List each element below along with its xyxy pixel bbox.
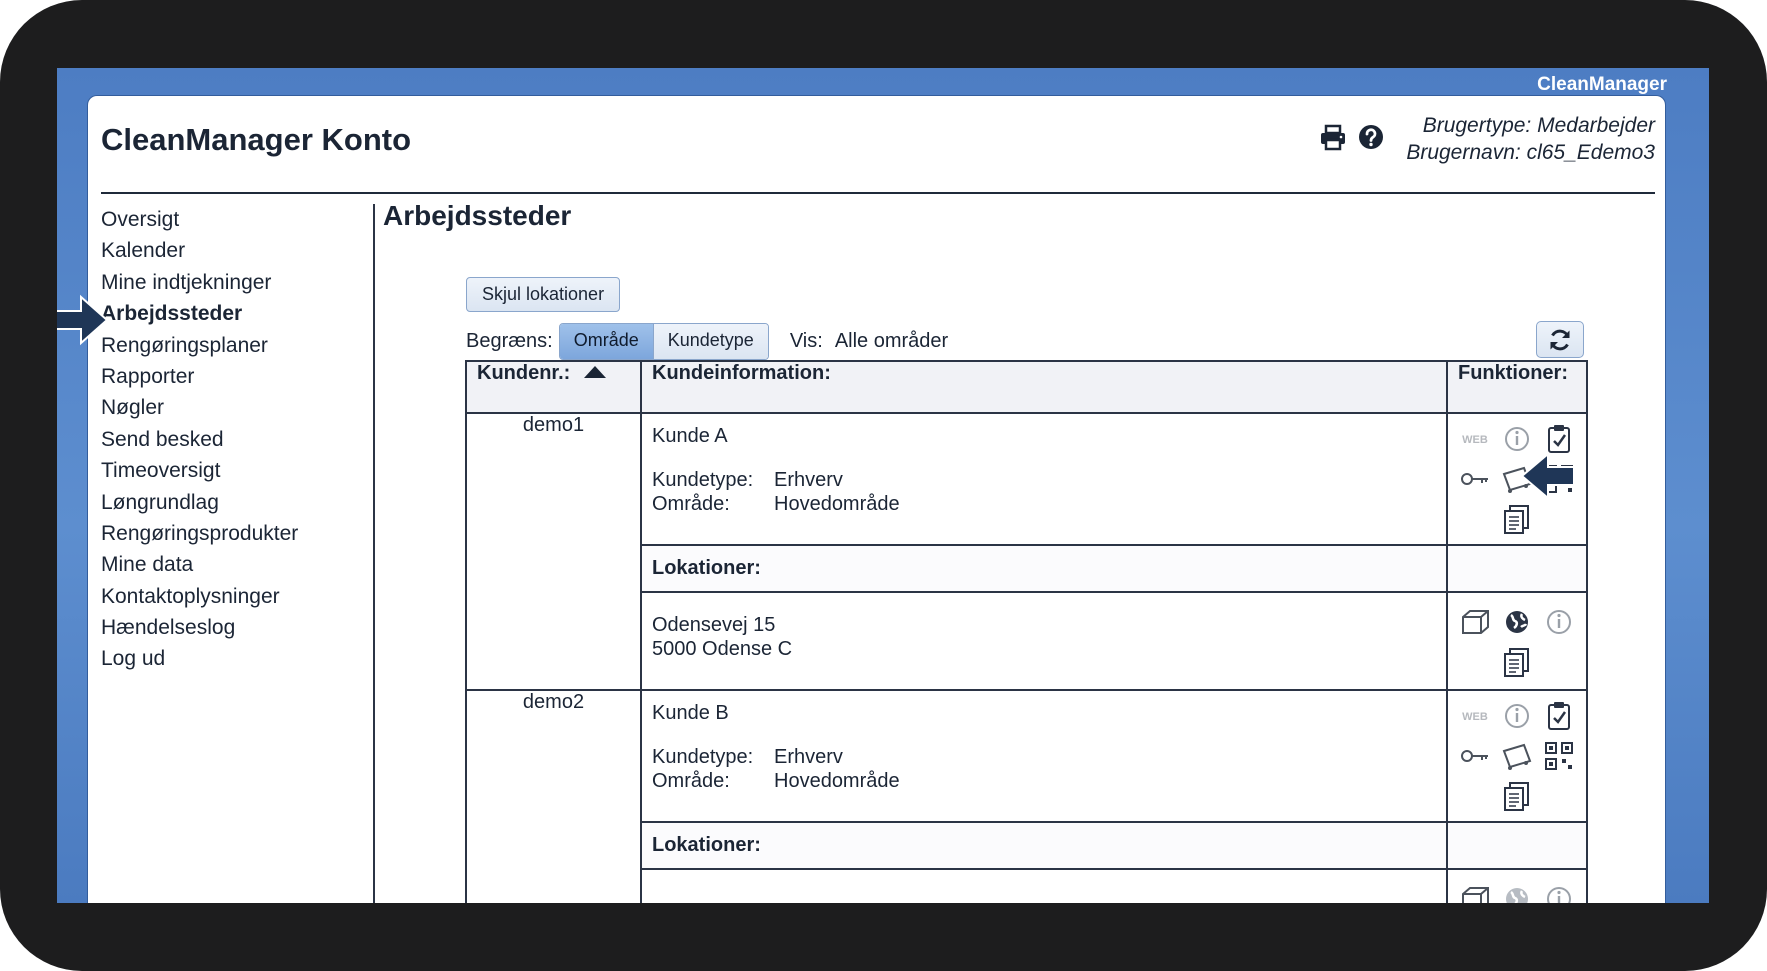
customer-name: Kunde A: [652, 425, 728, 447]
brand-label: CleanManager: [1537, 74, 1667, 95]
user-type: Brugertype: Medarbejder: [1422, 114, 1655, 137]
device-frame: CleanManager CleanManager Konto Brugerty…: [0, 0, 1767, 971]
locations-functions-empty: [1446, 821, 1588, 870]
sidebar-nav: Oversigt Kalender Mine indtjekninger Arb…: [57, 204, 366, 675]
sidebar-item-rengoringsplaner[interactable]: Rengøringsplaner: [101, 330, 366, 361]
location-city: 5000 Odense C: [652, 638, 793, 660]
refresh-icon: [1550, 329, 1570, 350]
customer-area-label: Område:: [652, 770, 730, 792]
hide-locations-button[interactable]: Skjul lokationer: [466, 277, 621, 312]
section-title: Arbejdssteder: [383, 200, 572, 231]
table-row: demo1 Kunde A Kundetype: Erhverv Område: H…: [465, 412, 1588, 691]
cell-functions: WEB: [1446, 412, 1588, 546]
cell-location-functions: [1446, 591, 1588, 691]
customer-table: Kundenr.: Kundeinformation: Funktioner: …: [465, 360, 1588, 903]
info-icon[interactable]: [1542, 605, 1576, 639]
filter-row: Begræns: Område Kundetype Vis: Alle områ…: [466, 323, 948, 360]
box-icon[interactable]: [1458, 882, 1492, 903]
documents-icon[interactable]: [1500, 502, 1534, 536]
show-value[interactable]: Alle områder: [835, 330, 948, 353]
customer-type-label: Kundetype:: [652, 469, 754, 491]
sidebar-item-timeoversigt[interactable]: Timeoversigt: [101, 455, 366, 486]
header-actions: [1319, 123, 1385, 151]
sidebar-item-kalender[interactable]: Kalender: [101, 235, 366, 266]
refresh-button[interactable]: [1536, 321, 1584, 358]
sidebar-item-arbejdssteder[interactable]: Arbejdssteder: [101, 298, 366, 329]
info-icon[interactable]: [1500, 699, 1534, 733]
sidebar-item-nogler[interactable]: Nøgler: [101, 392, 366, 423]
customer-type-value: Erhverv: [774, 746, 843, 768]
cell-customer-info: Kunde B Kundetype: Erhverv Område: Hovedom…: [640, 689, 1448, 823]
box-icon[interactable]: [1458, 605, 1492, 639]
page-header: CleanManager Konto Brugertype: Medarbejd…: [101, 96, 1655, 194]
sidebar-item-longrundlag[interactable]: Løngrundlag: [101, 487, 366, 518]
key-icon[interactable]: [1458, 462, 1492, 496]
user-info: Brugertype: Medarbejder Brugernavn: cl65…: [1406, 112, 1655, 166]
customer-area-value: Hovedområde: [774, 493, 900, 515]
cell-location-address: Odensevej 15 5000 Odense C: [640, 591, 1448, 691]
info-icon[interactable]: [1542, 882, 1576, 903]
column-header-info: Kundeinformation:: [640, 360, 1448, 414]
browser-screen: CleanManager CleanManager Konto Brugerty…: [57, 68, 1709, 903]
sidebar-item-send-besked[interactable]: Send besked: [101, 424, 366, 455]
checklist-icon[interactable]: [1542, 699, 1576, 733]
cell-customer-info: Kunde A Kundetype: Erhverv Område: Hovedom…: [640, 412, 1448, 546]
arrow-left-icon: [1520, 452, 1575, 500]
sidebar-item-kontaktoplysninger[interactable]: Kontaktoplysninger: [101, 581, 366, 612]
cell-location-address: [640, 868, 1448, 903]
cell-location-functions: [1446, 868, 1588, 903]
globe-icon[interactable]: [1500, 605, 1534, 639]
locations-functions-empty: [1446, 544, 1588, 593]
locations-label: Lokationer:: [640, 821, 1448, 870]
cell-kundenr: demo1: [465, 412, 642, 691]
arrow-right-icon: [57, 294, 109, 346]
filter-segmented-control: Område Kundetype: [558, 323, 769, 360]
sort-ascending-icon[interactable]: [584, 366, 607, 378]
globe-icon[interactable]: [1500, 882, 1534, 903]
column-header-kundenr[interactable]: Kundenr.:: [465, 360, 642, 414]
customer-area-value: Hovedområde: [774, 770, 900, 792]
customer-type-label: Kundetype:: [652, 746, 754, 768]
ticket-icon[interactable]: [1500, 739, 1534, 773]
customer-area-label: Område:: [652, 493, 730, 515]
filter-option-kundetype[interactable]: Kundetype: [653, 324, 768, 359]
location-street: Odensevej 15: [652, 614, 776, 636]
sidebar-item-rengoringsprodukter[interactable]: Rengøringsprodukter: [101, 518, 366, 549]
printer-icon[interactable]: [1319, 123, 1347, 151]
qr-code-icon[interactable]: [1542, 739, 1576, 773]
sidebar-item-haendelseslog[interactable]: Hændelseslog: [101, 612, 366, 643]
column-header-functions: Funktioner:: [1446, 360, 1588, 414]
content-area: Arbejdssteder Skjul lokationer Begræns: …: [383, 200, 1665, 903]
web-icon[interactable]: WEB: [1458, 699, 1492, 733]
sidebar-divider: [373, 204, 375, 903]
svg-text:WEB: WEB: [1462, 711, 1488, 723]
cell-functions: WEB: [1446, 689, 1588, 823]
locations-label: Lokationer:: [640, 544, 1448, 593]
table-row: demo2 Kunde B Kundetype: Erhverv Område: H…: [465, 689, 1588, 903]
checklist-icon[interactable]: [1542, 422, 1576, 456]
svg-text:WEB: WEB: [1462, 434, 1488, 446]
customer-name: Kunde B: [652, 702, 729, 724]
filter-label: Begræns:: [466, 330, 553, 352]
show-label: Vis:: [789, 330, 823, 352]
user-name: Brugernavn: cl65_Edemo3: [1406, 141, 1655, 164]
documents-icon[interactable]: [1500, 645, 1534, 679]
sidebar-item-log-ud[interactable]: Log ud: [101, 643, 366, 674]
table-header-row: Kundenr.: Kundeinformation: Funktioner:: [465, 360, 1588, 414]
help-icon[interactable]: [1357, 123, 1385, 151]
info-icon[interactable]: [1500, 422, 1534, 456]
sidebar-item-mine-indtjekninger[interactable]: Mine indtjekninger: [101, 267, 366, 298]
cell-kundenr: demo2: [465, 689, 642, 903]
customer-type-value: Erhverv: [774, 469, 843, 491]
sidebar-item-mine-data[interactable]: Mine data: [101, 549, 366, 580]
sidebar-item-oversigt[interactable]: Oversigt: [101, 204, 366, 235]
main-panel: CleanManager Konto Brugertype: Medarbejd…: [57, 96, 1665, 903]
web-icon[interactable]: WEB: [1458, 422, 1492, 456]
sidebar-item-rapporter[interactable]: Rapporter: [101, 361, 366, 392]
key-icon[interactable]: [1458, 739, 1492, 773]
filter-option-omrade[interactable]: Område: [559, 324, 654, 359]
documents-icon[interactable]: [1500, 779, 1534, 813]
page-title: CleanManager Konto: [101, 122, 412, 157]
